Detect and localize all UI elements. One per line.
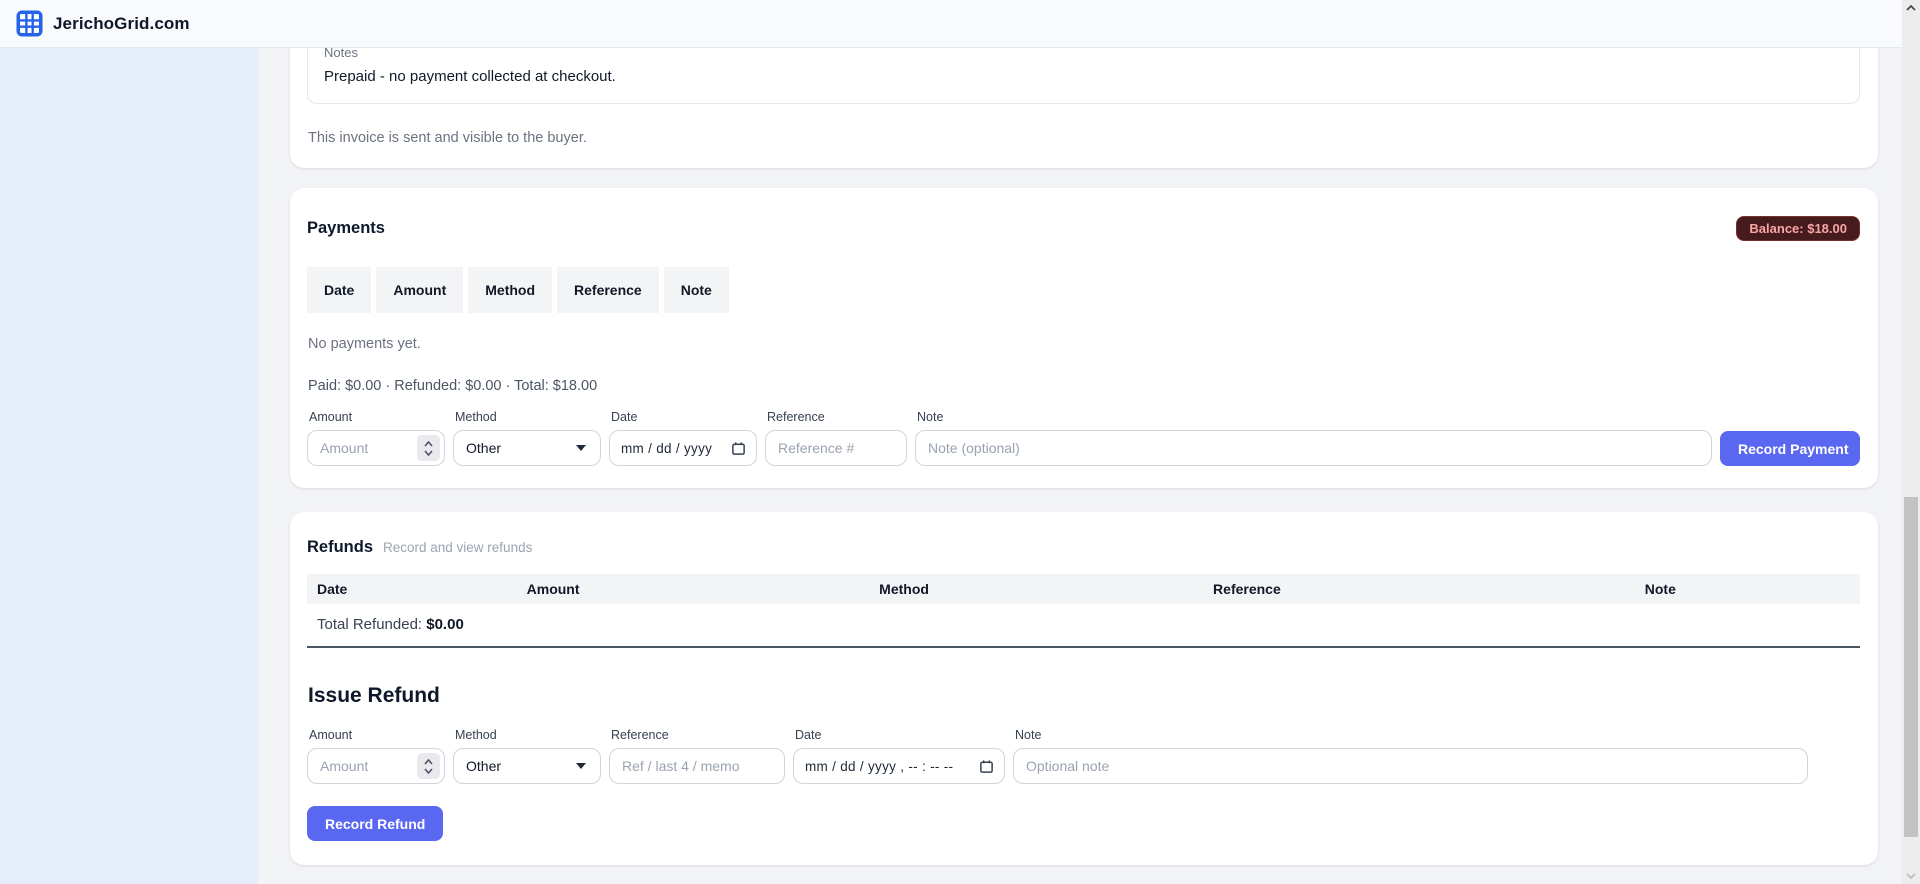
scrollbar-thumb[interactable] [1904,497,1918,837]
main-content: Notes Prepaid - no payment collected at … [258,0,1902,865]
brand[interactable]: JerichoGrid.com [16,10,190,37]
payments-col-method: Method [468,267,553,313]
scrollbar[interactable] [1902,0,1920,884]
refund-form: Amount Method Other Reference [307,728,1860,784]
dropdown-caret-icon [576,763,586,769]
refunds-col-note: Note [1644,581,1676,597]
payments-col-date: Date [307,267,372,313]
grid-logo-icon [16,10,43,37]
refunds-card: Refunds Record and view refunds Date Amo… [290,512,1878,865]
app-header: JerichoGrid.com [0,0,1902,48]
refunds-title: Refunds [307,538,373,556]
payment-method-value: Other [466,440,502,456]
payment-note-label: Note [917,410,944,424]
scrollbar-down-arrow-icon[interactable] [1902,868,1920,884]
payments-col-note: Note [663,267,729,313]
refund-date-input[interactable]: mm / dd / yyyy , -- : -- -- [793,748,1005,784]
payment-method-select[interactable]: Other [453,430,601,466]
payment-date-input[interactable]: mm / dd / yyyy [609,430,757,466]
payments-summary: Paid: $0.00 · Refunded: $0.00 · Total: $… [308,378,598,394]
refund-date-placeholder: mm / dd / yyyy , -- : -- -- [805,758,954,774]
payments-col-reference: Reference [557,267,659,313]
payments-title: Payments [307,219,385,237]
refunds-col-date: Date [317,581,348,597]
refund-method-value: Other [466,758,502,774]
payment-method-label: Method [455,410,497,424]
record-payment-button[interactable]: Record Payment [1720,431,1860,466]
record-refund-button[interactable]: Record Refund [307,806,444,841]
refund-note-input[interactable] [1013,748,1808,784]
dropdown-caret-icon [576,445,586,451]
payment-reference-label: Reference [767,410,825,424]
refunds-col-amount: Amount [526,581,580,597]
refund-method-select[interactable]: Other [453,748,601,784]
refund-method-label: Method [455,728,497,742]
payment-reference-input[interactable] [765,430,907,466]
refunds-subtitle: Record and view refunds [383,540,533,555]
payment-note-input[interactable] [915,430,1712,466]
balance-badge: Balance: $18.00 [1736,216,1860,241]
payment-amount-label: Amount [309,410,353,424]
number-spinner-icon[interactable] [417,435,440,461]
refund-amount-label: Amount [309,728,353,742]
payments-empty-text: No payments yet. [308,336,421,352]
refund-date-label: Date [795,728,822,742]
refunds-total-value: $0.00 [426,616,464,633]
refunds-table-header: Date Amount Method Reference Note [307,574,1860,604]
payments-table: Date Amount Method Reference Note [302,262,734,318]
number-spinner-icon[interactable] [417,753,440,779]
notes-text: Prepaid - no payment collected at checko… [324,68,616,85]
refunds-col-method: Method [879,581,929,597]
refunds-col-reference: Reference [1213,581,1281,597]
refund-note-label: Note [1015,728,1042,742]
brand-name: JerichoGrid.com [53,13,190,33]
calendar-icon[interactable] [979,759,994,774]
scrollbar-up-arrow-icon[interactable] [1902,0,1920,16]
refunds-total-row: Total Refunded: $0.00 [307,604,1860,648]
invoice-status-text: This invoice is sent and visible to the … [308,130,587,146]
refund-reference-label: Reference [611,728,669,742]
payment-form: Amount Method Other Date [307,410,1860,466]
calendar-icon[interactable] [731,441,746,456]
refund-reference-input[interactable] [609,748,785,784]
payment-date-placeholder: mm / dd / yyyy [621,440,713,456]
payments-col-amount: Amount [376,267,464,313]
payment-date-label: Date [611,410,638,424]
issue-refund-title: Issue Refund [308,684,440,707]
refunds-total-label: Total Refunded: [317,616,423,633]
payments-card: Payments Balance: $18.00 Date Amount Met… [290,188,1878,488]
sidebar [0,48,258,884]
